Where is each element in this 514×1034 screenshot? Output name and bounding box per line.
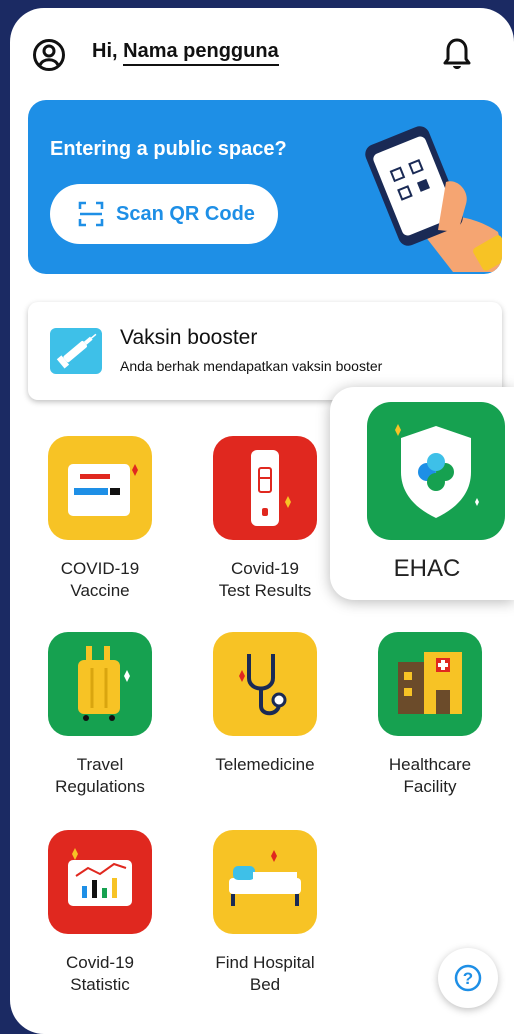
menu-label: COVID-19 Vaccine	[60, 559, 140, 600]
syringe-icon	[50, 328, 102, 374]
hospital-bed-icon	[213, 830, 317, 934]
statistic-chart-icon	[48, 830, 152, 934]
profile-icon[interactable]	[32, 38, 66, 72]
menu-label: Covid-19 Test Results	[218, 559, 312, 600]
vaksin-subtitle: Anda berhak mendapatkan vaksin booster	[120, 358, 383, 374]
menu-covid-statistic[interactable]: Covid-19 Statistic	[20, 826, 180, 1016]
menu-telemedicine[interactable]: Telemedicine	[185, 628, 345, 818]
menu-label: Find Hospital Bed	[215, 953, 315, 994]
greeting: Hi, Nama pengguna	[92, 40, 279, 66]
menu-ehac[interactable]: EHAC	[330, 387, 514, 600]
notification-bell-icon[interactable]	[442, 36, 472, 72]
vaccine-card-icon	[48, 436, 152, 540]
ehac-shield-icon	[367, 402, 505, 540]
hospital-building-icon	[378, 632, 482, 736]
svg-text:?: ?	[463, 969, 473, 988]
scan-icon	[78, 201, 104, 227]
vaksin-booster-card[interactable]: Vaksin booster Anda berhak mendapatkan v…	[28, 302, 502, 400]
user-name[interactable]: Nama pengguna	[123, 40, 279, 66]
menu-covid-test-results[interactable]: Covid-19 Test Results	[185, 432, 345, 622]
ehac-label: EHAC	[393, 555, 461, 582]
hand-phone-illustration	[365, 126, 502, 272]
menu-label: Healthcare Facility	[388, 755, 472, 796]
menu-label: Telemedicine	[215, 755, 315, 774]
menu-covid-vaccine[interactable]: COVID-19 Vaccine	[20, 432, 180, 622]
greeting-prefix: Hi,	[92, 40, 118, 62]
menu-label: Covid-19 Statistic	[65, 953, 135, 994]
test-kit-icon	[213, 436, 317, 540]
header: Hi, Nama pengguna	[10, 8, 514, 98]
menu-label: Travel Regulations	[55, 755, 145, 796]
menu-find-hospital-bed[interactable]: Find Hospital Bed	[185, 826, 345, 1016]
scan-qr-label: Scan QR Code	[116, 202, 255, 225]
menu-travel-regulations[interactable]: Travel Regulations	[20, 628, 180, 818]
luggage-icon	[48, 632, 152, 736]
menu-healthcare-facility[interactable]: Healthcare Facility	[350, 628, 510, 818]
banner-title: Entering a public space?	[50, 138, 287, 160]
vaksin-title: Vaksin booster	[120, 326, 258, 349]
question-icon: ?	[454, 964, 482, 992]
public-space-banner: Entering a public space? Scan QR Code	[28, 100, 502, 274]
help-button[interactable]: ?	[438, 948, 498, 1008]
scan-qr-button[interactable]: Scan QR Code	[50, 184, 278, 244]
stethoscope-icon	[213, 632, 317, 736]
